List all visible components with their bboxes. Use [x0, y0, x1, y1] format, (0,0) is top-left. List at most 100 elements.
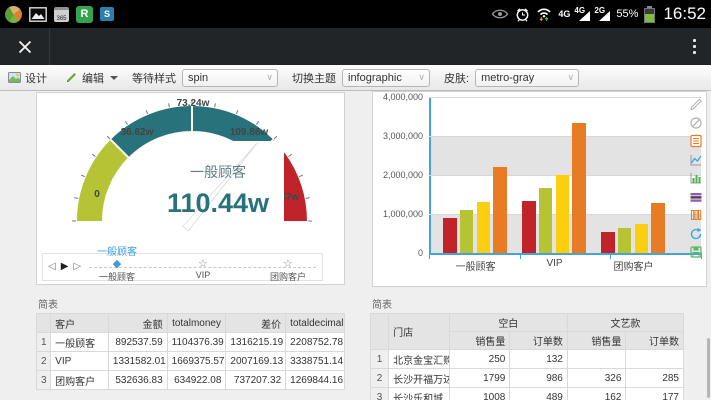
- y-axis-tick-label: 4,000,000: [373, 92, 423, 102]
- header-cell: totaldecimal: [286, 314, 345, 333]
- timeline-prev-button[interactable]: ◁: [48, 261, 56, 272]
- bar-totaldecimal[interactable]: [572, 123, 586, 253]
- column-stripes-icon[interactable]: [689, 208, 703, 222]
- status-bar: 365 R S: [0, 0, 711, 28]
- x-axis-category-label: VIP: [515, 258, 595, 269]
- gauge-minor-tick: [299, 175, 303, 177]
- stacked-bands-icon[interactable]: [689, 190, 703, 204]
- subheader-cell: 订单数: [510, 332, 568, 350]
- close-button[interactable]: [0, 28, 50, 65]
- bar-chart-panel: 01,000,0002,000,0003,000,0004,000,000一般顾…: [372, 91, 707, 287]
- bar-金额[interactable]: [443, 218, 457, 253]
- header-cell: [371, 314, 389, 350]
- screen-filter-eye-icon: [491, 8, 509, 20]
- wait-style-label: 等待样式: [132, 70, 176, 86]
- timeline-next-button[interactable]: ▷: [73, 261, 81, 272]
- bar-totalmoney[interactable]: [539, 188, 553, 253]
- theme-label: 切换主题: [292, 70, 336, 86]
- line-chart-icon[interactable]: [689, 153, 703, 167]
- r-app-icon-letter: R: [81, 8, 89, 20]
- network-badge-4g: 4G: [558, 9, 570, 19]
- gauge-arc-low: [89, 149, 119, 222]
- skin-label: 皮肤:: [444, 70, 469, 86]
- gauge-minor-tick: [288, 154, 291, 156]
- report-toolbar: 设计 编辑 等待样式 spin ∨ 切换主题 infographic ∨ 皮肤:…: [0, 65, 711, 91]
- gauge-chart[interactable]: 036.62w73.24w109.86w146.47w 一般顾客 110.44w: [37, 93, 346, 253]
- chevron-down-icon: ∨: [567, 72, 574, 83]
- eraser-icon[interactable]: [689, 116, 703, 130]
- gauge-tick-label: 0: [94, 189, 100, 200]
- bar-totalmoney[interactable]: [618, 228, 632, 253]
- header-cell: 差价: [226, 314, 286, 333]
- gauge-chart-panel: 036.62w73.24w109.86w146.47w 一般顾客 110.44w…: [36, 92, 345, 285]
- table-header-row: 门店空白文艺款: [371, 314, 684, 332]
- cell: 489: [510, 388, 568, 400]
- timeline-item[interactable]: ☆VIP: [196, 259, 211, 280]
- design-button[interactable]: 设计: [8, 70, 47, 86]
- table-row: 2VIP1331582.011669375.572007169.13333875…: [37, 352, 345, 371]
- cell: 3338751.14: [286, 352, 345, 371]
- cell: 737207.32: [226, 371, 286, 390]
- table-row: 3团购客户532636.83634922.08737207.321269844.…: [37, 371, 345, 390]
- timeline-item[interactable]: ☆团购客户: [270, 259, 306, 283]
- signal-triangle-icon: [579, 11, 590, 21]
- simple-table: 客户金额totalmoney差价totaldecimal1一般顾客892537.…: [36, 313, 345, 390]
- y-axis-tick-label: 2,000,000: [373, 170, 423, 180]
- skin-select[interactable]: metro-gray ∨: [475, 69, 579, 87]
- bar-totaldecimal[interactable]: [651, 203, 665, 253]
- report-table-icon[interactable]: [689, 134, 703, 148]
- caret-down-icon: [110, 76, 118, 80]
- table-row: 2长沙开福万达1799986326285: [371, 369, 684, 388]
- bar-chart[interactable]: 01,000,0002,000,0003,000,0004,000,000一般顾…: [373, 92, 706, 286]
- subheader-cell: 订单数: [626, 332, 684, 350]
- row-number-cell: 2: [371, 369, 389, 388]
- chart-side-toolbar: [689, 97, 703, 259]
- edit-button[interactable]: 编辑: [65, 70, 118, 86]
- bar-金额[interactable]: [601, 232, 615, 253]
- table-title: 简表: [370, 299, 684, 313]
- cell: 一般顾客: [51, 333, 109, 352]
- bar-差价[interactable]: [635, 224, 649, 253]
- timeline-star-marker-icon[interactable]: ☆: [196, 259, 211, 269]
- gauge-tick-label: 73.24w: [177, 98, 210, 109]
- bar-totaldecimal[interactable]: [493, 167, 507, 253]
- bar-totalmoney[interactable]: [460, 210, 474, 253]
- cell: 285: [626, 369, 684, 388]
- page-scrollbar-thumb[interactable]: [707, 338, 710, 398]
- bar-差价[interactable]: [477, 202, 491, 253]
- timeline-play-button[interactable]: ▶: [61, 261, 69, 272]
- gauge-value: 110.44w: [167, 188, 270, 218]
- s-app-icon-letter: S: [104, 9, 110, 19]
- cell: 1104376.39: [167, 333, 226, 352]
- theme-select[interactable]: infographic ∨: [342, 69, 430, 87]
- skin-value: metro-gray: [481, 72, 534, 84]
- timeline-item[interactable]: ◆一般顾客: [99, 259, 135, 283]
- table-row: 3长沙乐和城1008489162177: [371, 388, 684, 400]
- wait-style-select[interactable]: spin ∨: [182, 69, 278, 87]
- timeline-current-marker-icon[interactable]: ◆: [99, 259, 135, 269]
- edit-button-label: 编辑: [82, 70, 104, 86]
- row-number-cell: 3: [37, 371, 51, 390]
- design-icon: [8, 71, 21, 84]
- timeline-star-marker-icon[interactable]: ☆: [270, 259, 306, 269]
- chevron-down-icon: ∨: [266, 72, 273, 83]
- cell: 1799: [449, 369, 510, 388]
- bar-差价[interactable]: [556, 175, 570, 253]
- simple-table-widget: 简表 客户金额totalmoney差价totaldecimal1一般顾客8925…: [36, 299, 345, 390]
- bar-chart-icon[interactable]: [689, 171, 703, 185]
- cell: 2007169.13: [226, 352, 286, 371]
- save-icon[interactable]: [689, 245, 703, 259]
- signal-triangle-icon: [599, 11, 610, 21]
- row-number-cell: 2: [37, 352, 51, 371]
- gauge-minor-tick: [169, 103, 170, 107]
- split-area-band: [429, 136, 701, 175]
- cell: 532636.83: [108, 371, 167, 390]
- cell: 1316215.19: [226, 333, 286, 352]
- cell: 986: [510, 369, 568, 388]
- calendar-icon-label: 365: [56, 16, 66, 22]
- pencil-icon[interactable]: [689, 97, 703, 111]
- bar-金额[interactable]: [522, 201, 536, 253]
- refresh-icon[interactable]: [689, 227, 703, 241]
- cell: 1669375.57: [167, 352, 226, 371]
- overflow-menu-button[interactable]: [677, 28, 711, 65]
